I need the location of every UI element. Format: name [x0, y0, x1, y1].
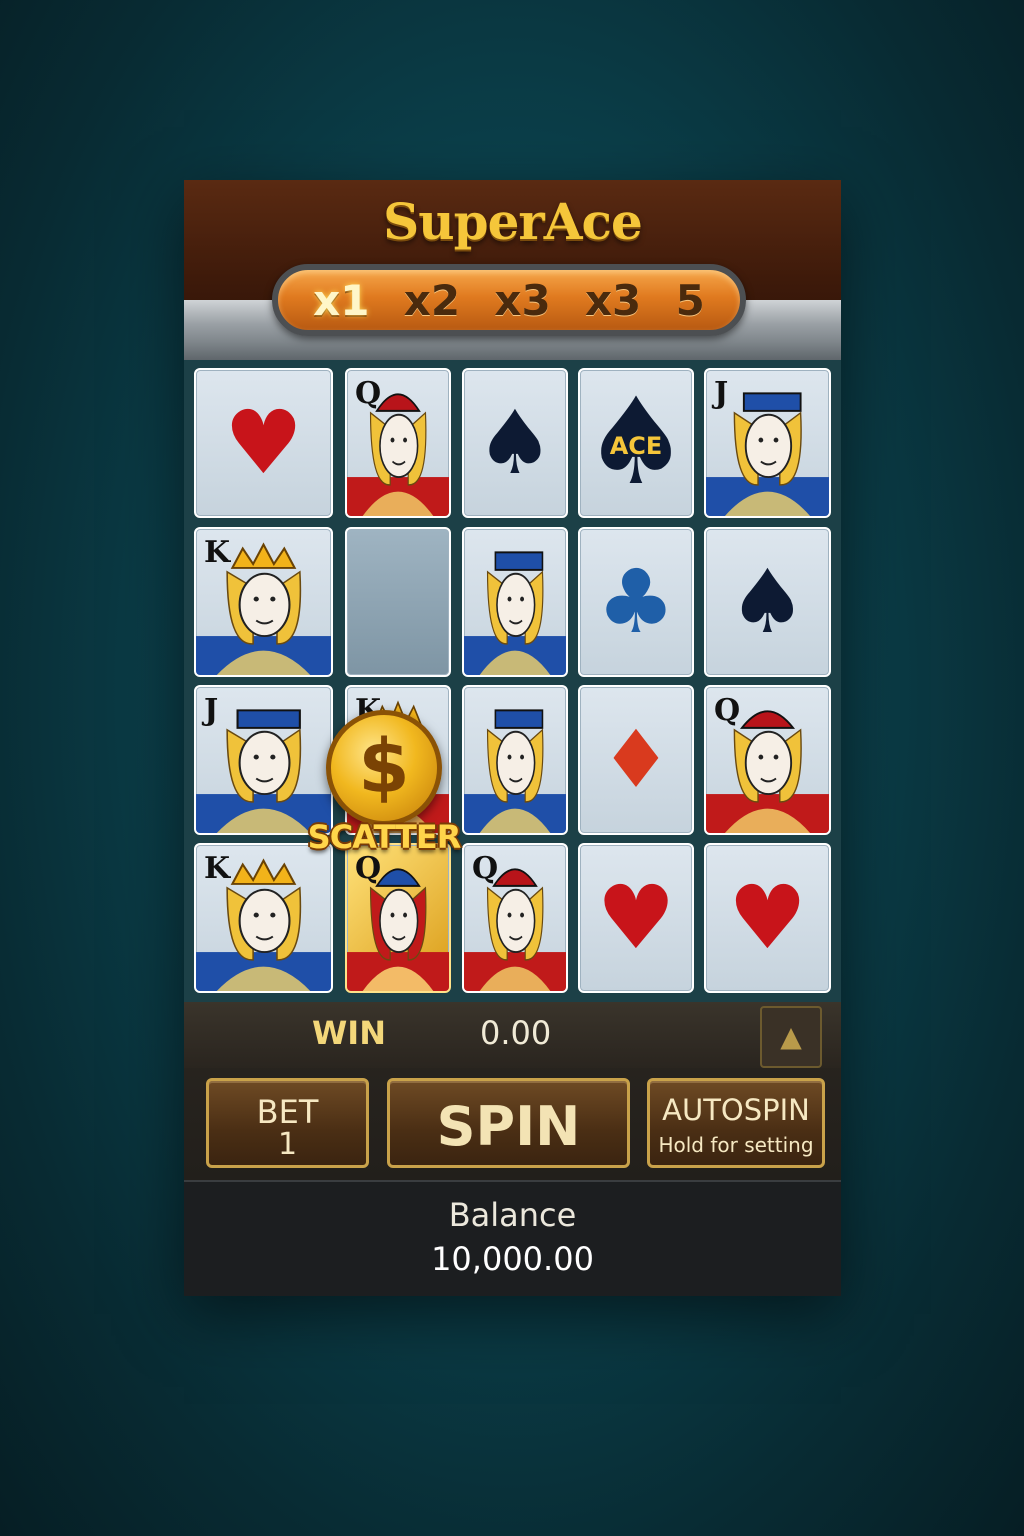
card-rank: Q — [472, 851, 499, 886]
heart-icon: ♥ — [728, 866, 807, 969]
ace-label: ACE — [609, 432, 663, 460]
reel-card-jack — [462, 685, 568, 835]
reel-card-queen: Q — [345, 368, 451, 518]
reel-card-heart: ♥ — [578, 843, 694, 993]
game-title: SuperAce — [383, 192, 643, 251]
reel-card-ace: ♠ ACE — [578, 368, 694, 518]
scatter-label: SCATTER — [307, 818, 462, 856]
win-label: WIN — [312, 1014, 386, 1052]
club-icon: ♣ — [596, 550, 676, 653]
reel-card-scatter — [345, 527, 451, 677]
multiplier-4: x3 — [584, 275, 642, 325]
reel-card-spade: ♠ — [462, 368, 568, 518]
win-value: 0.00 — [480, 1014, 552, 1052]
arrow-up-icon: ▲ — [780, 1020, 802, 1053]
card-rank: K — [204, 535, 231, 570]
balance-label: Balance — [448, 1196, 577, 1234]
heart-icon: ♥ — [596, 866, 676, 969]
multiplier-5: 5 — [675, 275, 705, 325]
spin-button[interactable]: SPIN — [387, 1078, 630, 1168]
spade-icon: ♠ — [475, 391, 555, 494]
reel-card-heart: ♥ — [194, 368, 333, 518]
expand-up-button[interactable]: ▲ — [760, 1006, 822, 1068]
diamond-icon: ♦ — [600, 713, 672, 806]
reel-card-jack: J — [704, 368, 831, 518]
reel-card-diamond: ♦ — [578, 685, 694, 835]
heart-icon: ♥ — [224, 391, 303, 494]
multiplier-bar: x1 x2 x3 x3 5 — [272, 264, 746, 336]
multiplier-1: x1 — [313, 275, 370, 325]
card-rank: Q — [714, 693, 741, 728]
spin-label: SPIN — [436, 1095, 581, 1158]
reel-card-spade: ♠ — [704, 527, 831, 677]
autospin-label: AUTOSPIN — [662, 1093, 810, 1127]
bet-button[interactable]: BET 1 — [206, 1078, 369, 1168]
slot-game-panel: SuperAce x1 x2 x3 x3 5 ♥ Q ♠ ♠ ACE J K ♣… — [184, 180, 841, 1296]
reel-card-king: K — [194, 843, 333, 993]
reel-card-club: ♣ — [578, 527, 694, 677]
card-rank: J — [714, 376, 729, 411]
reel-card-king: K — [194, 527, 333, 677]
balance-panel: Balance 10,000.00 — [184, 1180, 841, 1296]
balance-value: 10,000.00 — [431, 1240, 594, 1278]
win-strip: WIN 0.00 ▲ — [184, 1002, 841, 1068]
bet-value: 1 — [277, 1127, 298, 1162]
autospin-button[interactable]: AUTOSPIN Hold for setting — [647, 1078, 825, 1168]
multiplier-3: x3 — [494, 275, 551, 325]
game-header: SuperAce x1 x2 x3 x3 5 — [184, 180, 841, 362]
bet-label: BET — [256, 1093, 319, 1131]
multiplier-2: x2 — [403, 275, 461, 325]
control-panel: WIN 0.00 ▲ BET 1 SPIN AUTOSPIN Hold for … — [184, 1002, 841, 1180]
reel-card-heart: ♥ — [704, 843, 831, 993]
card-rank: Q — [355, 376, 382, 411]
card-rank: J — [204, 693, 219, 728]
spade-icon: ♠ — [728, 550, 807, 653]
reel-card-queen: Q — [462, 843, 568, 993]
reel-card-queen: Q — [345, 843, 451, 993]
reel-card-jack — [462, 527, 568, 677]
dollar-coin-icon: $ — [326, 710, 442, 826]
reel-card-queen: Q — [704, 685, 831, 835]
card-rank: K — [204, 851, 231, 886]
scatter-symbol: $ SCATTER — [304, 710, 464, 860]
autospin-hint: Hold for setting — [658, 1133, 814, 1157]
reel-grid: ♥ Q ♠ ♠ ACE J K ♣ ♠ J K ♦ Q K Q Q ♥ ♥ $ … — [184, 360, 841, 1002]
